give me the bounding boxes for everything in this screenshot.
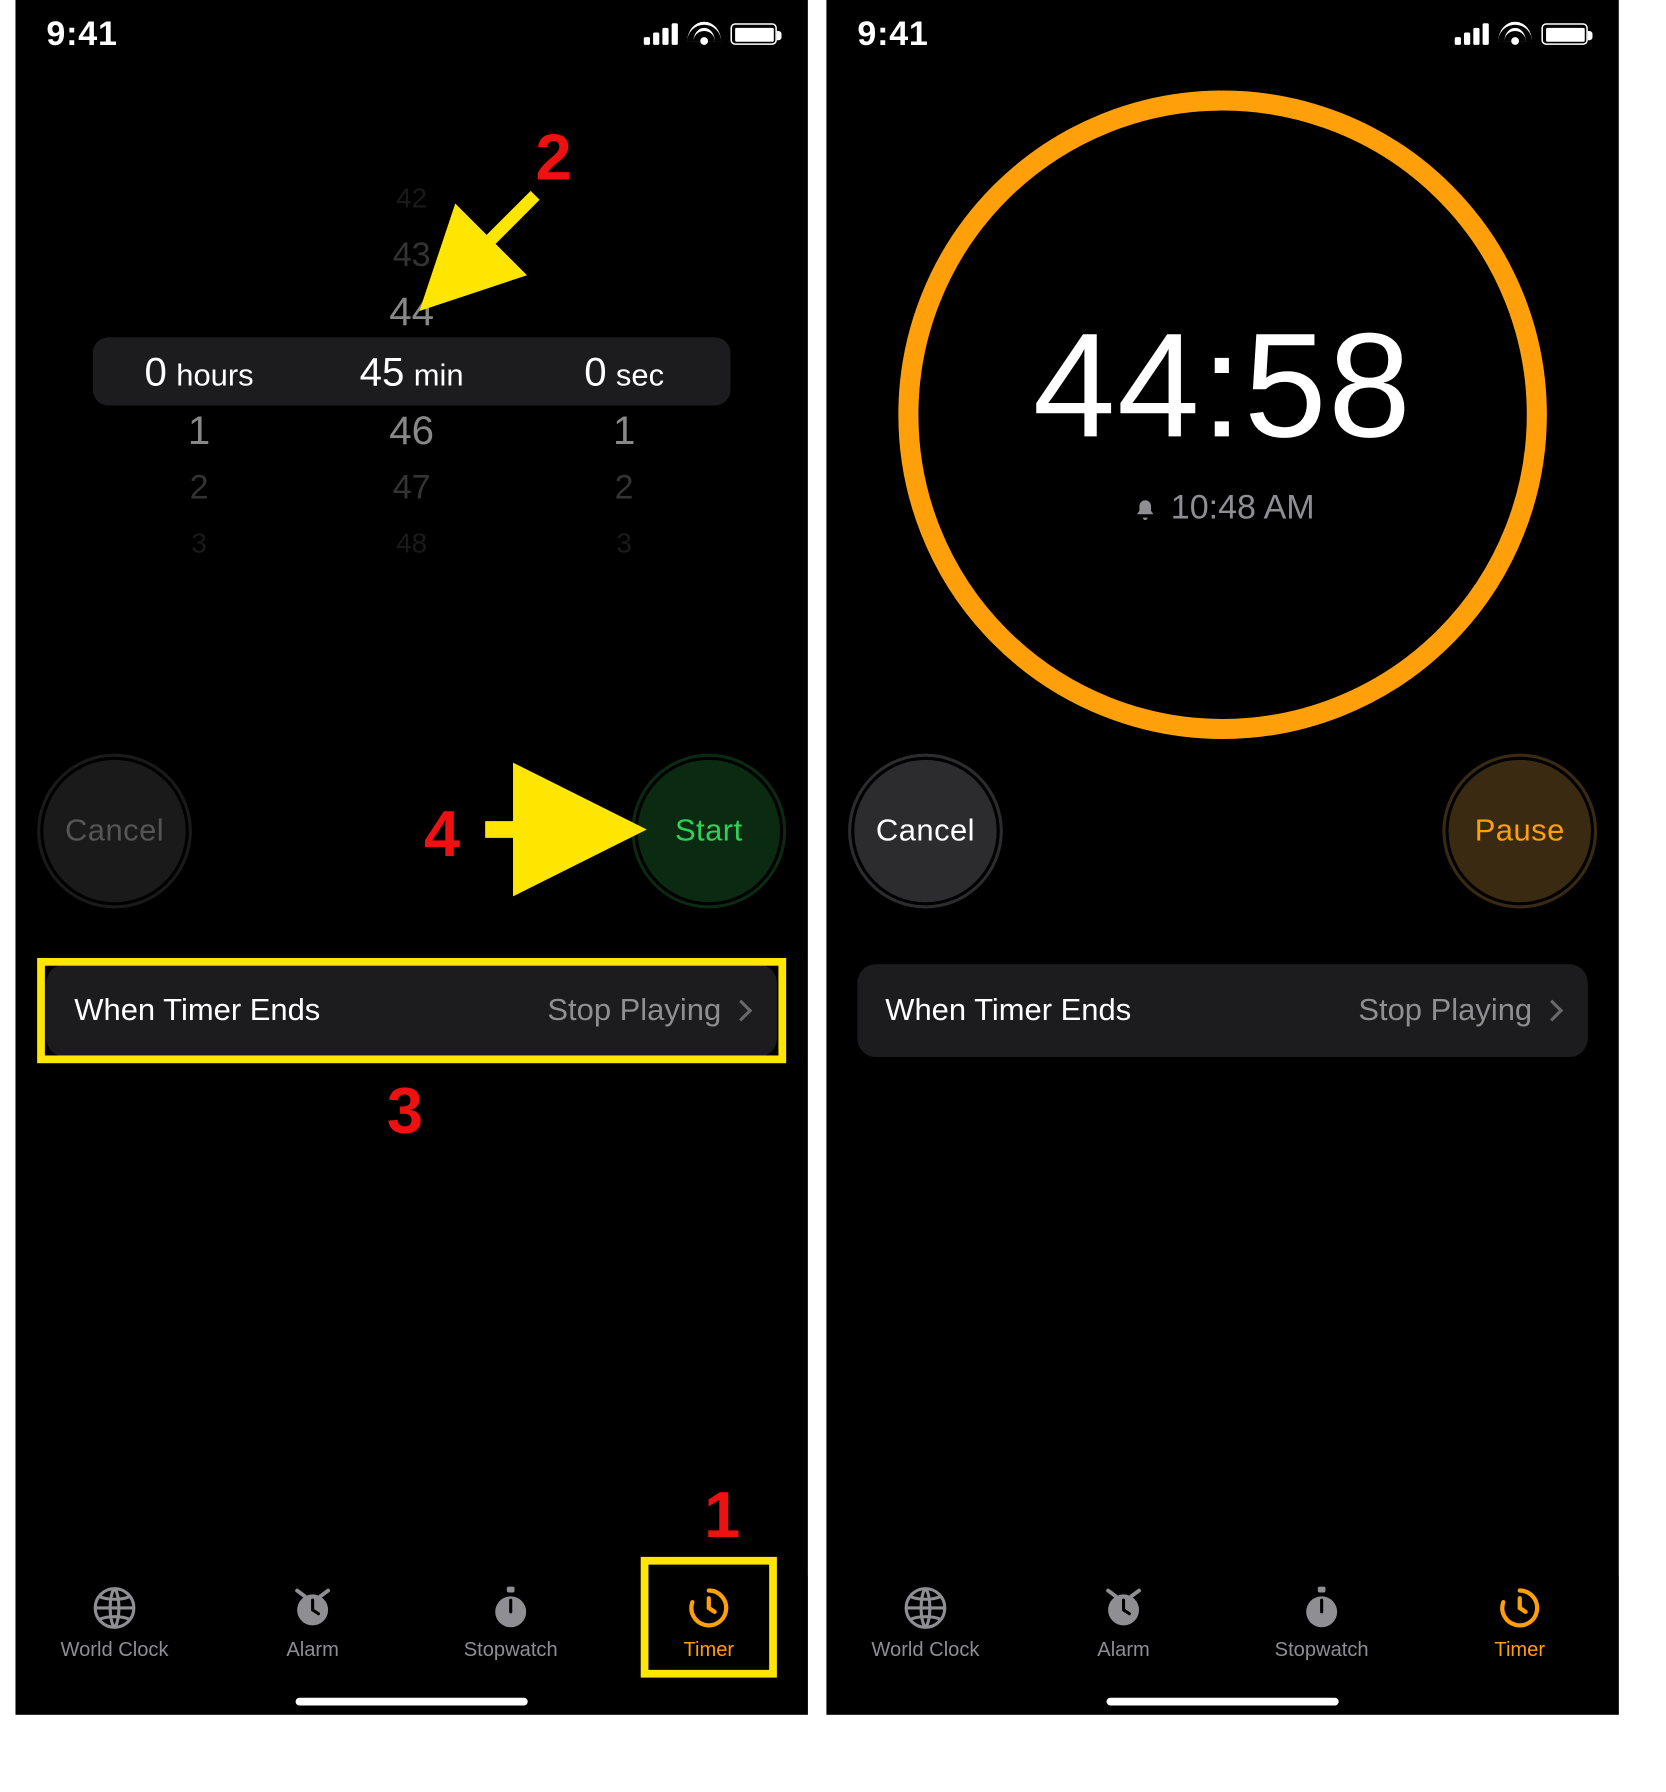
phone-timer-setup: 9:41 0 hours [15, 0, 807, 1715]
home-indicator[interactable] [296, 1698, 528, 1706]
cancel-button[interactable]: Cancel [43, 760, 185, 902]
callout-4: 4 [424, 797, 460, 871]
timer-icon [686, 1585, 732, 1631]
chevron-right-icon [1541, 1000, 1563, 1022]
end-time: 10:48 AM [1131, 487, 1315, 527]
signal-icon [644, 23, 678, 45]
tab-timer[interactable]: Timer [610, 1585, 808, 1687]
tab-timer[interactable]: Timer [1421, 1585, 1619, 1687]
status-bar: 9:41 [15, 0, 807, 68]
picker-seconds[interactable]: 0 sec 1 2 3 [518, 170, 731, 572]
callout-3: 3 [387, 1074, 423, 1148]
signal-icon [1455, 23, 1489, 45]
battery-icon [730, 23, 776, 45]
globe-icon [91, 1585, 137, 1631]
when-timer-ends-label: When Timer Ends [74, 993, 320, 1029]
when-timer-ends-row[interactable]: When Timer Ends Stop Playing [46, 964, 776, 1057]
callout-2: 2 [535, 121, 571, 195]
stopwatch-icon [1298, 1585, 1344, 1631]
picker-minutes[interactable]: 42 43 44 45 min 46 47 48 [305, 170, 518, 572]
when-timer-ends-row[interactable]: When Timer Ends Stop Playing [857, 964, 1587, 1057]
tab-world-clock[interactable]: World Clock [15, 1585, 213, 1687]
picker-hours[interactable]: 0 hours 1 2 3 [93, 170, 306, 572]
stopwatch-icon [487, 1585, 533, 1631]
duration-picker[interactable]: 0 hours 1 2 3 42 43 44 45 [15, 170, 807, 572]
alarm-clock-icon [1100, 1585, 1146, 1631]
home-indicator[interactable] [1107, 1698, 1339, 1706]
tab-world-clock[interactable]: World Clock [826, 1585, 1024, 1687]
timer-icon [1497, 1585, 1543, 1631]
when-timer-ends-value: Stop Playing [547, 993, 721, 1029]
wifi-icon [1498, 22, 1532, 47]
tab-bar: World Clock Alarm [826, 1575, 1618, 1714]
time-remaining: 44:58 [1033, 302, 1413, 472]
wifi-icon [687, 22, 721, 47]
battery-icon [1541, 23, 1587, 45]
cancel-button[interactable]: Cancel [854, 760, 996, 902]
start-button[interactable]: Start [638, 760, 780, 902]
tab-stopwatch[interactable]: Stopwatch [1223, 1585, 1421, 1687]
pause-button[interactable]: Pause [1449, 760, 1591, 902]
phone-timer-running: 9:41 44:58 [826, 0, 1618, 1715]
tab-alarm[interactable]: Alarm [214, 1585, 412, 1687]
status-time: 9:41 [857, 14, 928, 54]
callout-1: 1 [704, 1478, 740, 1552]
globe-icon [902, 1585, 948, 1631]
tab-alarm[interactable]: Alarm [1025, 1585, 1223, 1687]
status-time: 9:41 [46, 14, 117, 54]
tab-stopwatch[interactable]: Stopwatch [412, 1585, 610, 1687]
bell-icon [1131, 494, 1159, 522]
countdown-ring: 44:58 10:48 AM [888, 80, 1557, 749]
alarm-clock-icon [289, 1585, 335, 1631]
callout-4-arrow [477, 802, 619, 858]
status-bar: 9:41 [826, 0, 1618, 68]
tab-bar: World Clock Alarm [15, 1575, 807, 1714]
chevron-right-icon [730, 1000, 752, 1022]
